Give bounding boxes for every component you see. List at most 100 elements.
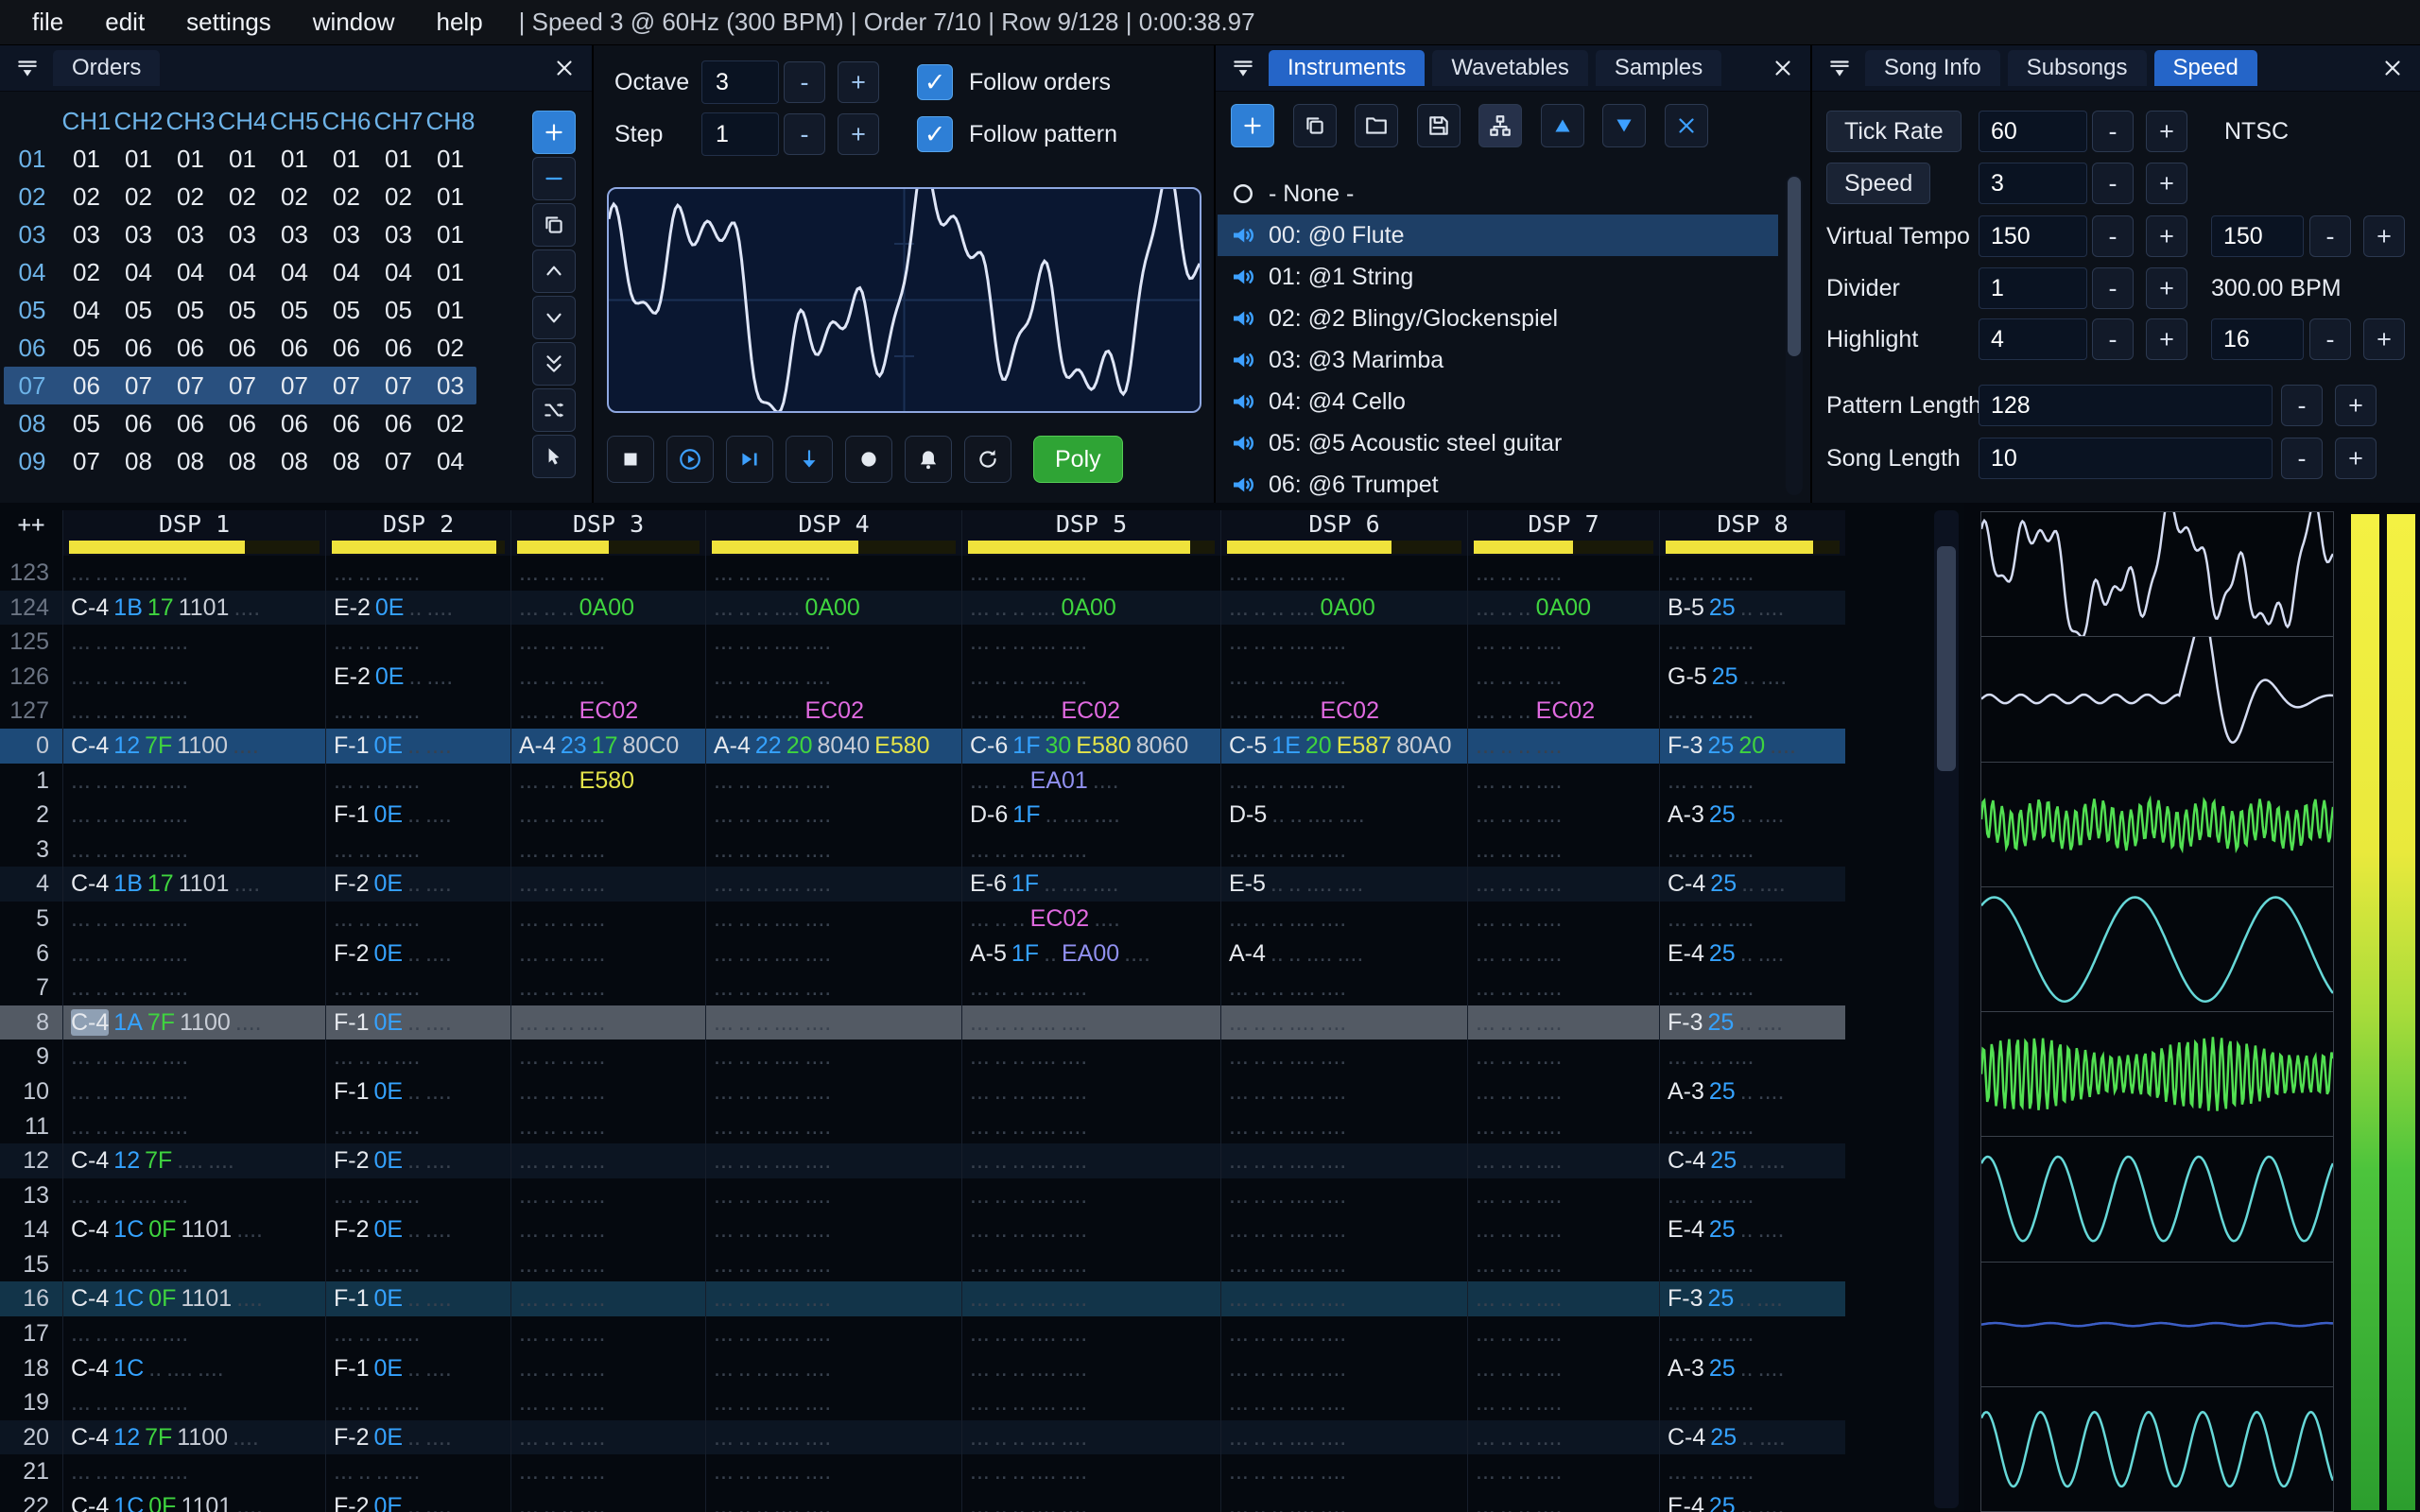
pattern-cell[interactable]: ............... [1220,901,1467,936]
pattern-row-126[interactable]: 126............... E-2 0E.................… [0,659,1845,695]
highlight-first-plus-button[interactable]: + [2146,318,2187,360]
instrument-item-0[interactable]: 00: @0 Flute [1218,215,1778,256]
orders-row-08[interactable]: 08 05 06 06 06 06 06 06 02 [4,404,476,442]
order-cell[interactable]: 06 [216,404,268,442]
tab-song-info[interactable]: Song Info [1865,50,2000,86]
pattern-cell[interactable]: ............... [1220,1212,1467,1247]
order-cell[interactable]: 08 [216,442,268,480]
pattern-cell[interactable]: A-5 1F.. EA00.... [961,936,1220,971]
order-cell[interactable]: 06 [164,404,216,442]
pattern-cell[interactable]: ........... [325,1040,510,1074]
order-cell[interactable]: 03 [424,367,476,404]
order-cell[interactable]: 03 [60,215,112,253]
virtual-tempo-denominator-minus-button[interactable]: - [2309,215,2351,257]
pattern-cell[interactable]: ............... [705,625,961,660]
pattern-expand-buttons[interactable]: ++ [0,510,62,556]
pattern-cell[interactable]: ........... [1467,1385,1659,1420]
pattern-cell[interactable]: ....... 0A00 [510,590,705,626]
song-length-input[interactable]: 10 [1979,438,2273,479]
pattern-cell[interactable]: ........... [1467,971,1659,1005]
pattern-row-15[interactable]: 15......................................… [0,1246,1845,1282]
pattern-cell[interactable]: ............... [62,832,325,868]
pattern-cell[interactable]: ............... [961,1040,1220,1074]
highlight-first-minus-button[interactable]: - [2092,318,2134,360]
order-cell[interactable]: 03 [372,215,424,253]
metronome-button[interactable] [905,436,952,483]
order-cell[interactable]: 01 [60,140,112,178]
virtual-tempo-numerator-minus-button[interactable]: - [2092,215,2134,257]
pattern-cell[interactable]: ............... [62,1108,325,1144]
pattern-row-18[interactable]: 18 C-4 1C.......... F-1 0E..................… [0,1350,1845,1386]
pattern-row-7[interactable]: 7.......................................… [0,971,1845,1005]
pattern-cell[interactable]: ........... [510,1454,705,1490]
order-cell[interactable]: 05 [268,291,320,329]
divider-input[interactable]: 1 [1979,267,2087,309]
pattern-row-8[interactable]: 8 C-4 1A 7F 1100.... F-1 0E...................… [0,1005,1845,1040]
order-cell[interactable]: 03 [112,215,164,253]
pattern-length-plus-button[interactable]: + [2335,385,2377,426]
pattern-row-5[interactable]: 5.......................................… [0,901,1845,936]
tab-subsongs[interactable]: Subsongs [2007,50,2147,86]
pattern-cell[interactable]: E-6 1F.......... [961,867,1220,902]
pattern-row-11[interactable]: 11......................................… [0,1108,1845,1144]
poly-button[interactable]: Poly [1033,436,1123,483]
pattern-cell[interactable]: ............... [1220,1246,1467,1282]
pattern-cell[interactable]: ........... [1467,1040,1659,1074]
pattern-cell[interactable]: ........... [1467,659,1659,695]
pattern-cell[interactable]: ............... [961,1316,1220,1351]
pattern-cell[interactable]: ............... [1220,971,1467,1005]
order-cell[interactable]: 03 [320,215,372,253]
order-change-mode-button[interactable] [532,388,576,432]
pattern-cell[interactable]: ............... [705,1385,961,1420]
pattern-cell[interactable]: ............... [62,659,325,695]
pattern-cell[interactable]: ............... [961,1108,1220,1144]
instrument-item-3[interactable]: 03: @3 Marimba [1218,339,1778,381]
order-cell[interactable]: 07 [216,367,268,404]
order-cell[interactable]: 06 [112,329,164,367]
pattern-cell[interactable]: D-6 1F.......... [961,798,1220,833]
pattern-cell[interactable]: ............... [1220,556,1467,591]
pattern-cell[interactable]: ............... [705,867,961,902]
order-cell[interactable]: 01 [216,140,268,178]
orders-panel-menu-icon[interactable] [11,52,43,84]
pattern-cell[interactable]: ............... [62,1040,325,1074]
pattern-cell[interactable]: B-5 25...... [1659,590,1845,626]
pattern-row-22[interactable]: 22 C-4 1C 0F 1101.... F-2 0E..................… [0,1489,1845,1512]
move-order-up-button[interactable] [532,249,576,293]
order-cell[interactable]: 06 [268,329,320,367]
pattern-cell[interactable]: ........... [1467,1143,1659,1178]
pattern-cell[interactable]: ........... [325,1454,510,1490]
pattern-cell[interactable]: ............... [62,1385,325,1420]
order-edit-button[interactable] [532,435,576,478]
pattern-cell[interactable]: ............... [1220,1074,1467,1109]
pattern-cell[interactable]: ....... EC02 [510,694,705,729]
scrollbar-thumb[interactable] [1937,546,1956,771]
pattern-cell[interactable]: ........... [1467,1212,1659,1247]
pattern-cell[interactable]: E-4 25...... [1659,1489,1845,1512]
pattern-row-9[interactable]: 9.......................................… [0,1040,1845,1074]
pattern-cell[interactable]: ............... [961,1177,1220,1213]
order-cell[interactable]: 01 [372,140,424,178]
order-cell[interactable]: 01 [424,178,476,215]
speed-minus-button[interactable]: - [2092,163,2134,204]
pattern-cell[interactable]: ........... [325,1385,510,1420]
order-cell[interactable]: 01 [424,215,476,253]
pattern-cell[interactable]: ............... [1220,1143,1467,1178]
order-cell[interactable]: 06 [320,404,372,442]
pattern-cell[interactable]: ........... [1659,832,1845,868]
pattern-cell[interactable]: ........... [1467,936,1659,971]
pattern-cell[interactable]: ........... [1659,971,1845,1005]
order-cell[interactable]: 06 [372,404,424,442]
pattern-row-124[interactable]: 124 C-4 1B 17 1101.... E-2 0E............. 0A00… [0,590,1845,626]
pattern-cell[interactable]: ....... 0A00 [1467,590,1659,626]
pattern-cell[interactable]: ............... [961,832,1220,868]
duplicate-order-end-button[interactable] [532,342,576,386]
pattern-cell[interactable]: ............... [705,1489,961,1512]
octave-minus-button[interactable]: - [784,61,825,103]
speed-input[interactable]: 3 [1979,163,2087,204]
pattern-cell[interactable]: ........... [510,1143,705,1178]
pattern-cell[interactable]: ............... [705,1177,961,1213]
pattern-cell[interactable]: ........... [1659,556,1845,591]
pattern-cell[interactable]: ........... 0A00 [961,590,1220,626]
pattern-cell[interactable]: ............... [705,1350,961,1386]
